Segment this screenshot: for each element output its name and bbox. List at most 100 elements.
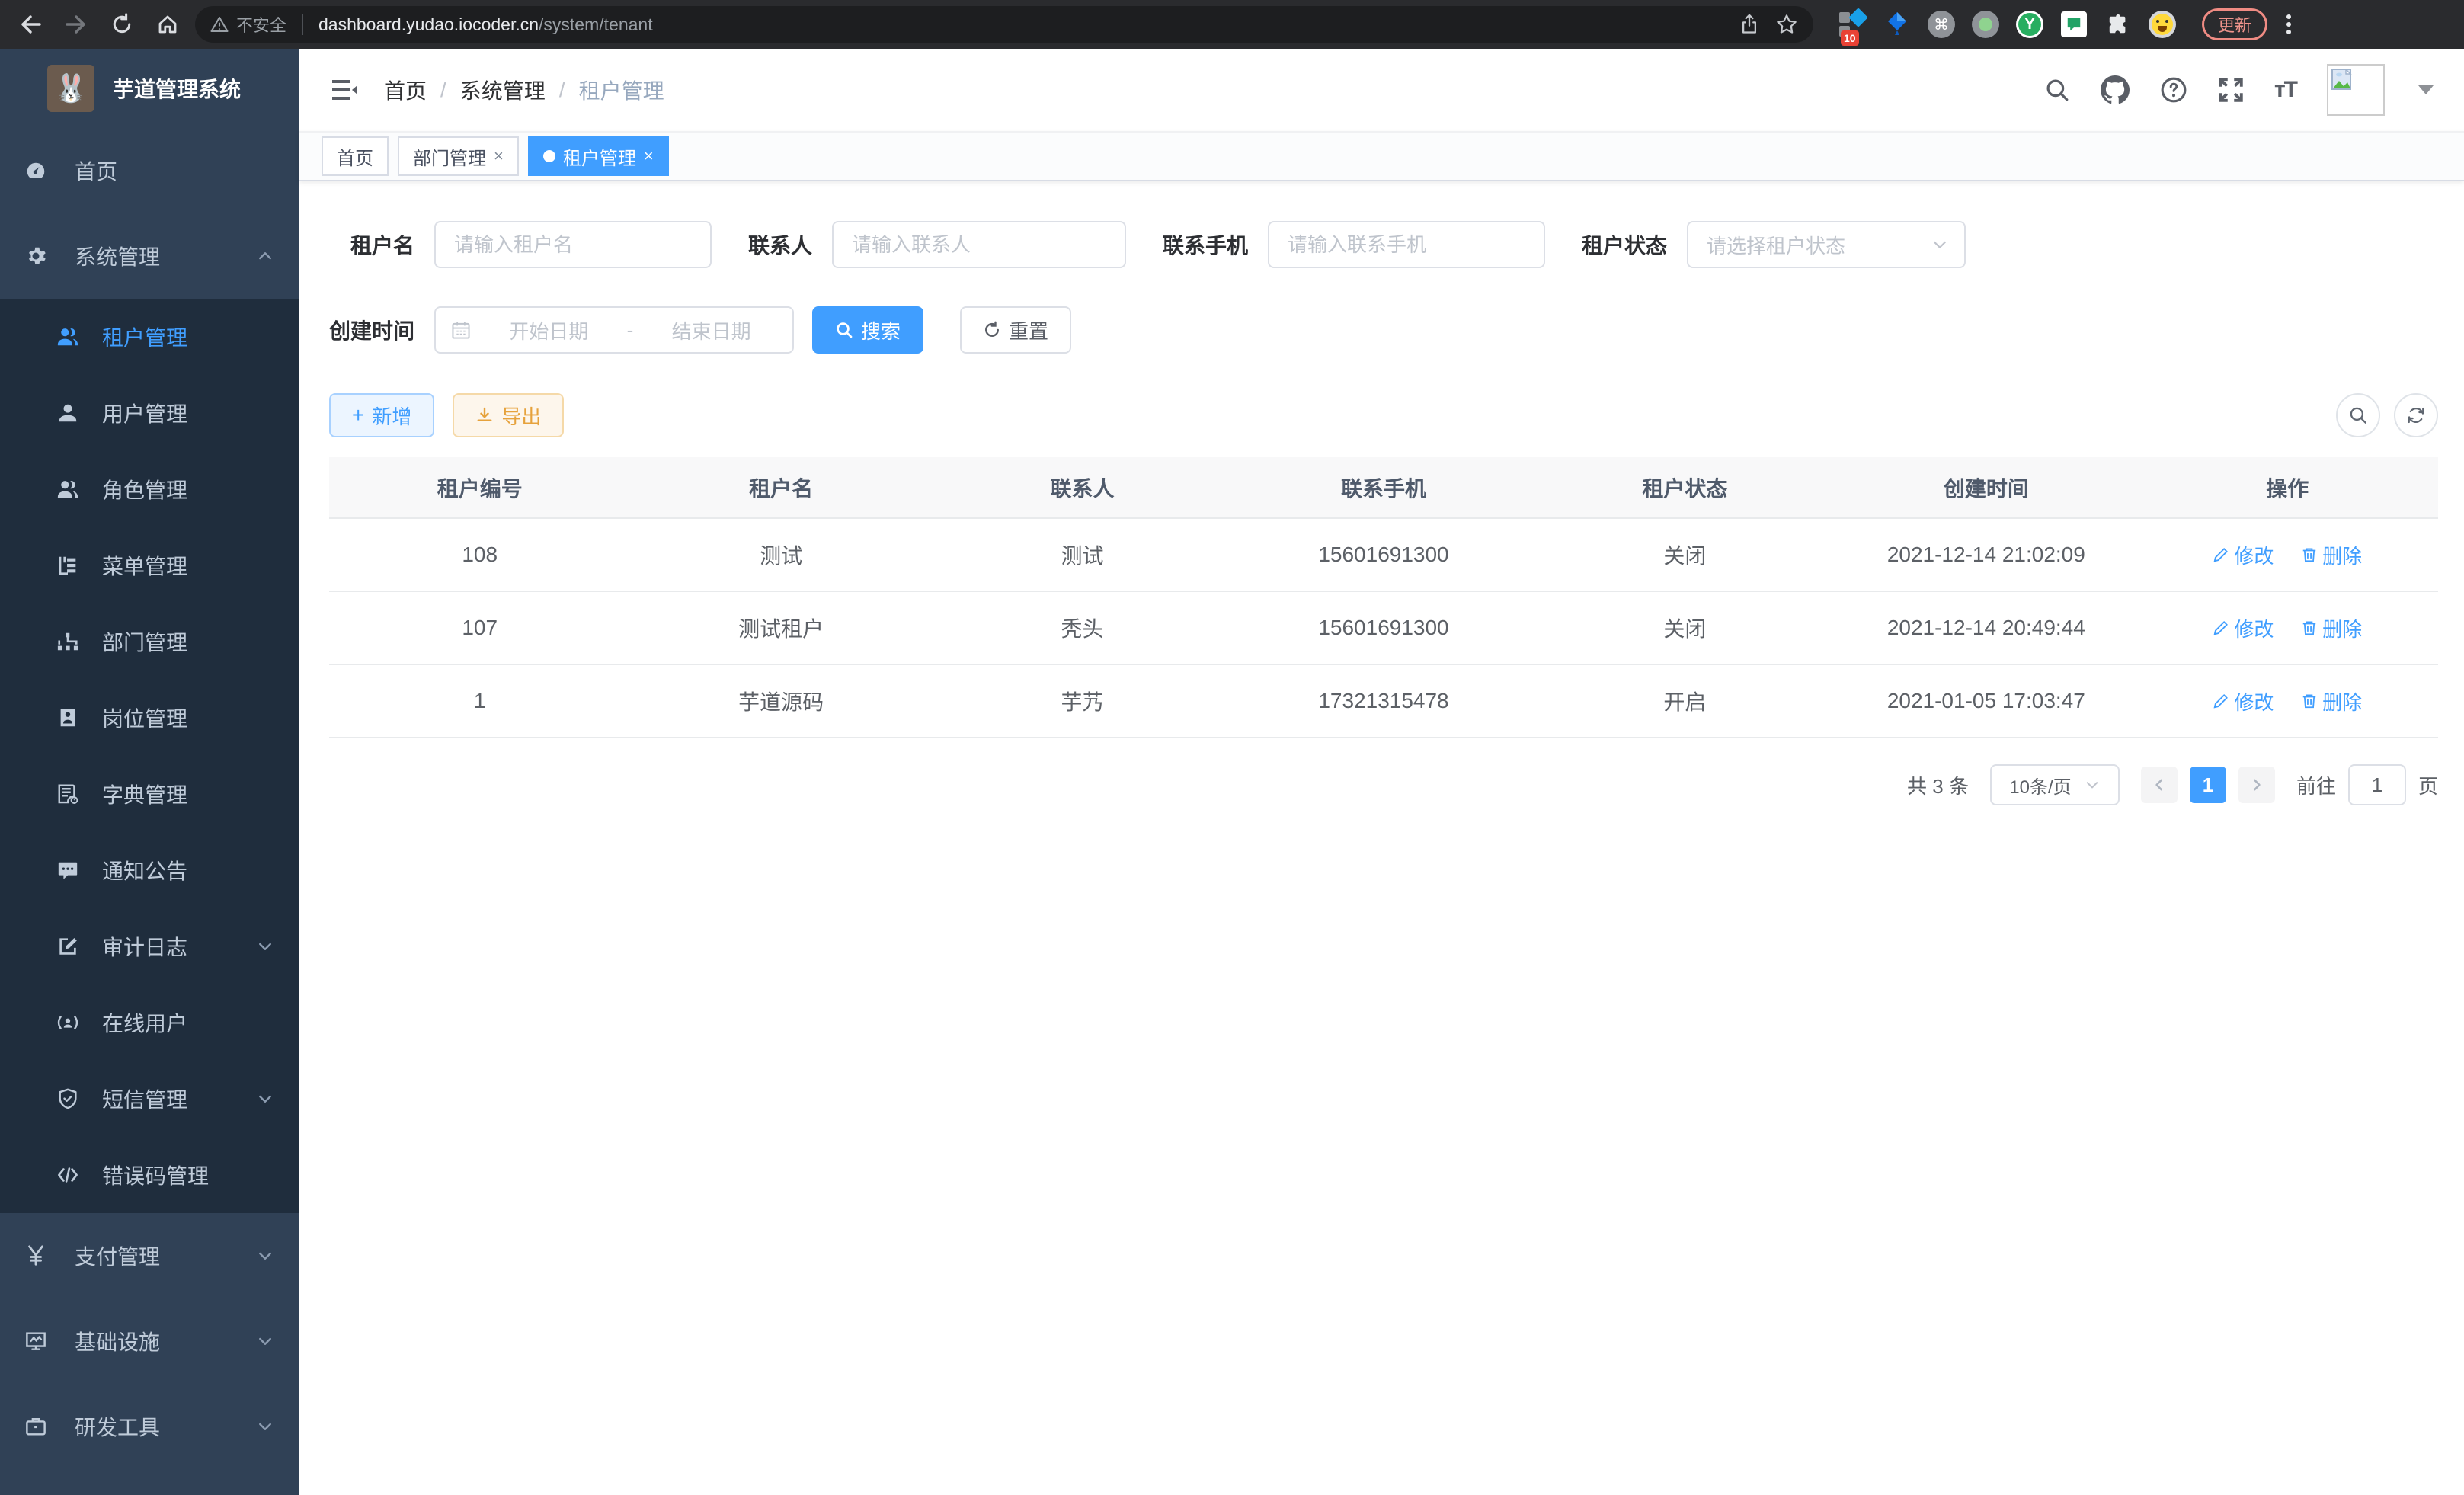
extension-dot-icon[interactable] (1970, 9, 2001, 40)
fullscreen-icon[interactable] (2218, 77, 2244, 103)
chevron-down-icon (256, 1417, 274, 1436)
address-bar[interactable]: 不安全 dashboard.yudao.iocoder.cn/system/te… (195, 6, 1813, 43)
forward-button[interactable] (58, 6, 94, 43)
delete-link[interactable]: 删除 (2301, 541, 2362, 569)
page-number-1[interactable]: 1 (2190, 767, 2226, 803)
page-size-select[interactable]: 10条/页 (1990, 764, 2120, 805)
date-range-picker[interactable]: 开始日期 - 结束日期 (434, 306, 794, 354)
delete-link[interactable]: 删除 (2301, 614, 2362, 642)
avatar[interactable] (2327, 64, 2385, 116)
edit-link[interactable]: 修改 (2213, 614, 2274, 642)
extension-y-icon[interactable]: Y (2014, 9, 2045, 40)
github-icon[interactable] (2101, 75, 2130, 104)
menu-label: 用户管理 (102, 398, 187, 428)
close-icon[interactable]: × (494, 146, 504, 166)
reload-button[interactable] (104, 6, 140, 43)
extension-kite-icon[interactable] (1882, 9, 1912, 40)
broken-image-icon (2331, 69, 2356, 90)
menu-label: 字典管理 (102, 779, 187, 809)
goto-page-input[interactable] (2348, 764, 2406, 805)
extension-emoji-icon[interactable] (2147, 9, 2178, 40)
sidebar-item-sms[interactable]: 短信管理 (0, 1061, 299, 1137)
calendar-icon (451, 320, 471, 340)
cell-status: 开启 (1534, 664, 1835, 738)
logo-image: 🐰 (47, 65, 94, 112)
add-button[interactable]: + 新增 (329, 393, 434, 437)
page-header: 首页 / 系统管理 / 租户管理 ᴛT (299, 49, 2464, 131)
extension-tabs-icon[interactable]: 10 (1838, 9, 1868, 40)
bookmark-star-icon[interactable] (1775, 13, 1798, 36)
cell-mobile: 15601691300 (1233, 591, 1534, 664)
refresh-table-button[interactable] (2394, 393, 2438, 437)
avatar-caret-icon[interactable] (2418, 85, 2434, 94)
delete-link[interactable]: 删除 (2301, 687, 2362, 715)
status-select[interactable]: 请选择租户状态 (1687, 221, 1966, 268)
sidebar-item-role[interactable]: 角色管理 (0, 451, 299, 527)
chrome-update-button[interactable]: 更新 (2202, 8, 2267, 40)
app-logo[interactable]: 🐰 芋道管理系统 (0, 49, 299, 128)
table-header-row: 租户编号 租户名 联系人 联系手机 租户状态 创建时间 操作 (329, 457, 2438, 518)
sidebar-item-notice[interactable]: 通知公告 (0, 832, 299, 908)
end-date-placeholder: 结束日期 (645, 316, 777, 344)
sidebar-item-dept[interactable]: 部门管理 (0, 603, 299, 680)
next-page-button[interactable] (2238, 767, 2275, 803)
sidebar-item-online-users[interactable]: 在线用户 (0, 984, 299, 1061)
menu-label: 角色管理 (102, 474, 187, 504)
breadcrumb-home[interactable]: 首页 (384, 75, 427, 105)
close-icon[interactable]: × (644, 146, 654, 166)
help-icon[interactable] (2160, 76, 2187, 104)
menu-label: 系统管理 (75, 241, 160, 271)
tab-home[interactable]: 首页 (322, 136, 389, 176)
sidebar-item-dict[interactable]: 字典管理 (0, 756, 299, 832)
security-chip[interactable]: 不安全 (210, 12, 286, 37)
extension-chat-icon[interactable] (2059, 9, 2089, 40)
sidebar-item-tenant[interactable]: 租户管理 (0, 299, 299, 375)
export-button[interactable]: 导出 (453, 393, 564, 437)
cell-status: 关闭 (1534, 518, 1835, 591)
sidebar-item-home[interactable]: 首页 (0, 128, 299, 213)
sidebar-item-post[interactable]: 岗位管理 (0, 680, 299, 756)
edit-pen-icon (2213, 619, 2229, 636)
tenant-name-input[interactable] (434, 221, 712, 268)
contact-input[interactable] (832, 221, 1126, 268)
sidebar-item-devtools[interactable]: 研发工具 (0, 1384, 299, 1469)
range-separator: - (627, 319, 634, 342)
menu-label: 在线用户 (102, 1007, 187, 1038)
back-button[interactable] (12, 6, 49, 43)
home-button[interactable] (149, 6, 186, 43)
sidebar-item-user[interactable]: 用户管理 (0, 375, 299, 451)
system-submenu: 租户管理 用户管理 角色管理 菜单管理 部门管理 (0, 299, 299, 1213)
briefcase-icon (24, 1415, 47, 1438)
sidebar-item-system[interactable]: 系统管理 (0, 213, 299, 299)
sidebar-item-infra[interactable]: 基础设施 (0, 1298, 299, 1384)
extensions-puzzle-icon[interactable] (2103, 9, 2133, 40)
sidebar-item-audit-log[interactable]: 审计日志 (0, 908, 299, 984)
tab-tenant[interactable]: 租户管理 × (528, 136, 669, 176)
reset-button[interactable]: 重置 (960, 306, 1071, 354)
prev-page-button[interactable] (2141, 767, 2178, 803)
screen: 不安全 dashboard.yudao.iocoder.cn/system/te… (0, 0, 2464, 1495)
font-size-icon[interactable]: ᴛT (2274, 77, 2296, 103)
collapse-sidebar-icon[interactable] (329, 75, 360, 105)
tab-dept[interactable]: 部门管理 × (398, 136, 519, 176)
url-domain: dashboard.yudao.iocoder.cn (318, 14, 539, 34)
extension-command-icon[interactable]: ⌘ (1926, 9, 1957, 40)
edit-link[interactable]: 修改 (2213, 541, 2274, 569)
menu-label: 部门管理 (102, 626, 187, 657)
search-icon (2348, 405, 2368, 425)
cell-mobile: 15601691300 (1233, 518, 1534, 591)
toggle-search-button[interactable] (2336, 393, 2380, 437)
sidebar-item-menu[interactable]: 菜单管理 (0, 527, 299, 603)
cell-created: 2021-01-05 17:03:47 (1835, 664, 2136, 738)
mobile-input[interactable] (1268, 221, 1545, 268)
search-icon[interactable] (2044, 77, 2070, 103)
sidebar-item-pay[interactable]: 支付管理 (0, 1213, 299, 1298)
sidebar-item-errcode[interactable]: 错误码管理 (0, 1137, 299, 1213)
search-button[interactable]: 搜索 (812, 306, 923, 354)
share-icon[interactable] (1739, 14, 1760, 35)
edit-link[interactable]: 修改 (2213, 687, 2274, 715)
chevron-down-icon (1931, 235, 1949, 254)
browser-menu-button[interactable] (2277, 12, 2301, 37)
breadcrumb-system[interactable]: 系统管理 (460, 75, 546, 105)
org-chart-icon (56, 630, 79, 653)
